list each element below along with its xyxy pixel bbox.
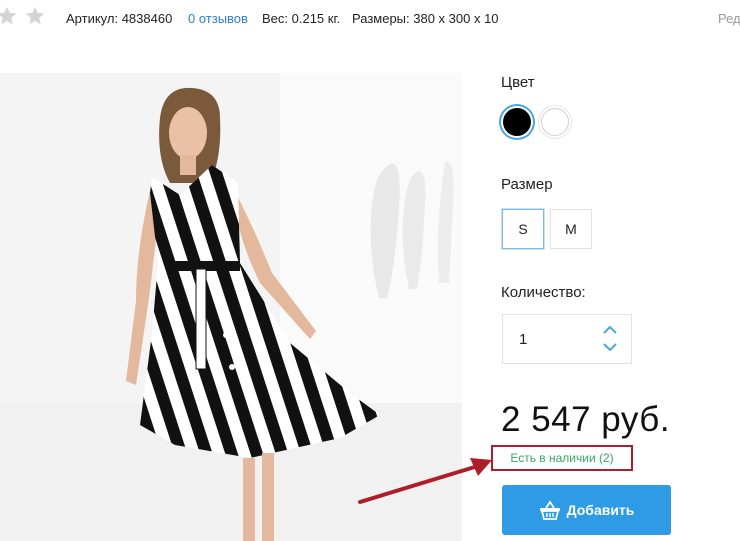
quantity-label: Количество: bbox=[501, 284, 586, 301]
product-meta-bar: Артикул: 4838460 0 отзывов Вес: 0.215 кг… bbox=[0, 0, 740, 36]
reviews-link[interactable]: 0 отзывов bbox=[188, 11, 248, 26]
edit-link[interactable]: Ред bbox=[718, 11, 740, 26]
star-icon[interactable] bbox=[24, 5, 46, 27]
stock-status: Есть в наличии (2) bbox=[510, 451, 614, 465]
chevron-down-icon[interactable] bbox=[603, 342, 617, 352]
quantity-stepper: 1 bbox=[502, 314, 632, 364]
basket-icon bbox=[539, 500, 560, 520]
product-price: 2 547 руб. bbox=[501, 400, 671, 439]
star-icon[interactable] bbox=[0, 5, 18, 27]
article-number: Артикул: 4838460 bbox=[66, 11, 173, 26]
color-label: Цвет bbox=[501, 74, 535, 91]
size-option-s[interactable]: S bbox=[502, 209, 544, 249]
quantity-input[interactable]: 1 bbox=[519, 331, 527, 348]
add-to-cart-button[interactable]: Добавить bbox=[502, 485, 671, 535]
annotation-arrow bbox=[358, 458, 492, 504]
color-swatch-white[interactable] bbox=[541, 108, 569, 136]
add-to-cart-label: Добавить bbox=[566, 502, 635, 518]
dimensions-info: Размеры: 380 x 300 x 10 bbox=[352, 11, 499, 26]
size-option-m[interactable]: M bbox=[550, 209, 592, 249]
weight-info: Вес: 0.215 кг. bbox=[262, 11, 341, 26]
stock-status-highlight: Есть в наличии (2) bbox=[491, 445, 633, 471]
size-label: Размер bbox=[501, 176, 553, 193]
color-swatch-black[interactable] bbox=[503, 108, 531, 136]
chevron-up-icon[interactable] bbox=[603, 325, 617, 335]
